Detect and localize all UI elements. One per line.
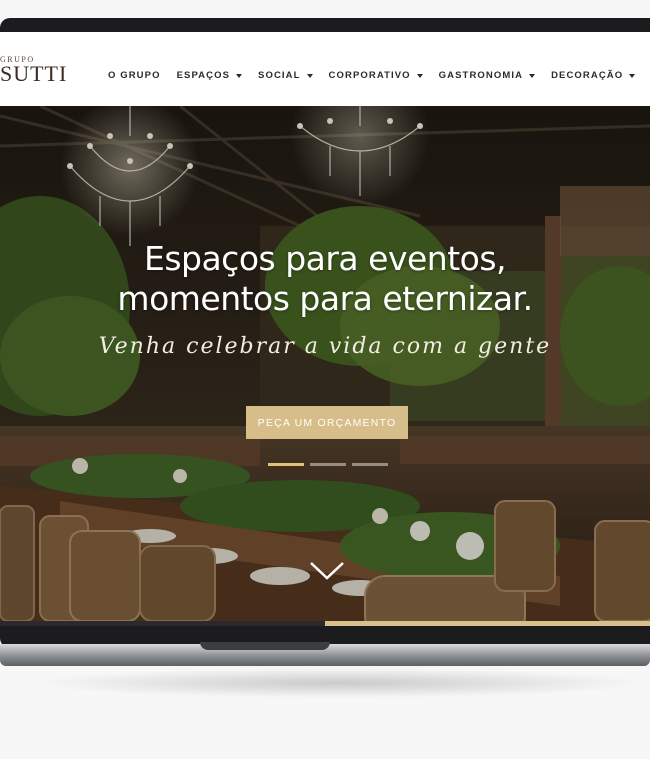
slider-indicators: [268, 463, 394, 466]
caret-down-icon: [236, 73, 243, 78]
slide-indicator-2[interactable]: [310, 463, 346, 466]
hero-title-line1: Espaços para eventos,: [143, 239, 507, 278]
hero-background-image: [0, 106, 650, 621]
scroll-progress-fill: [325, 621, 650, 626]
nav-item-social[interactable]: SOCIAL: [258, 70, 313, 81]
slide-indicator-1[interactable]: [268, 463, 304, 466]
caret-down-icon: [306, 73, 313, 78]
caret-down-icon: [629, 73, 636, 78]
caret-down-icon: [529, 73, 536, 78]
logo-sutti[interactable]: SUTTI: [0, 61, 67, 87]
laptop-shadow: [30, 668, 650, 698]
nav-item-espacos[interactable]: ESPAÇOS: [177, 70, 243, 81]
laptop-notch: [200, 642, 330, 650]
hero-script-tagline: Venha celebrar a vida com a gente: [98, 334, 552, 359]
nav-item-gastronomia[interactable]: GASTRONOMIA: [439, 70, 536, 81]
hero-banner: Espaços para eventos, momentos para eter…: [0, 106, 650, 621]
scroll-progress-bar: [0, 621, 650, 626]
browser-screen: GRUPO SUTTI O GRUPO ESPAÇOS SOCIAL CORPO…: [0, 32, 650, 621]
site-header: GRUPO SUTTI O GRUPO ESPAÇOS SOCIAL CORPO…: [0, 32, 650, 106]
slide-indicator-3[interactable]: [352, 463, 388, 466]
nav-item-o-grupo[interactable]: O GRUPO: [108, 70, 161, 81]
hero-title-line2: momentos para eternizar.: [117, 279, 533, 318]
caret-down-icon: [416, 73, 423, 78]
main-nav: O GRUPO ESPAÇOS SOCIAL CORPORATIVO GASTR…: [108, 70, 650, 81]
request-quote-button[interactable]: PEÇA UM ORÇAMENTO: [246, 406, 408, 439]
chevron-down-icon[interactable]: [309, 561, 345, 581]
nav-item-corporativo[interactable]: CORPORATIVO: [329, 70, 423, 81]
nav-item-decoracao[interactable]: DECORAÇÃO: [551, 70, 636, 81]
